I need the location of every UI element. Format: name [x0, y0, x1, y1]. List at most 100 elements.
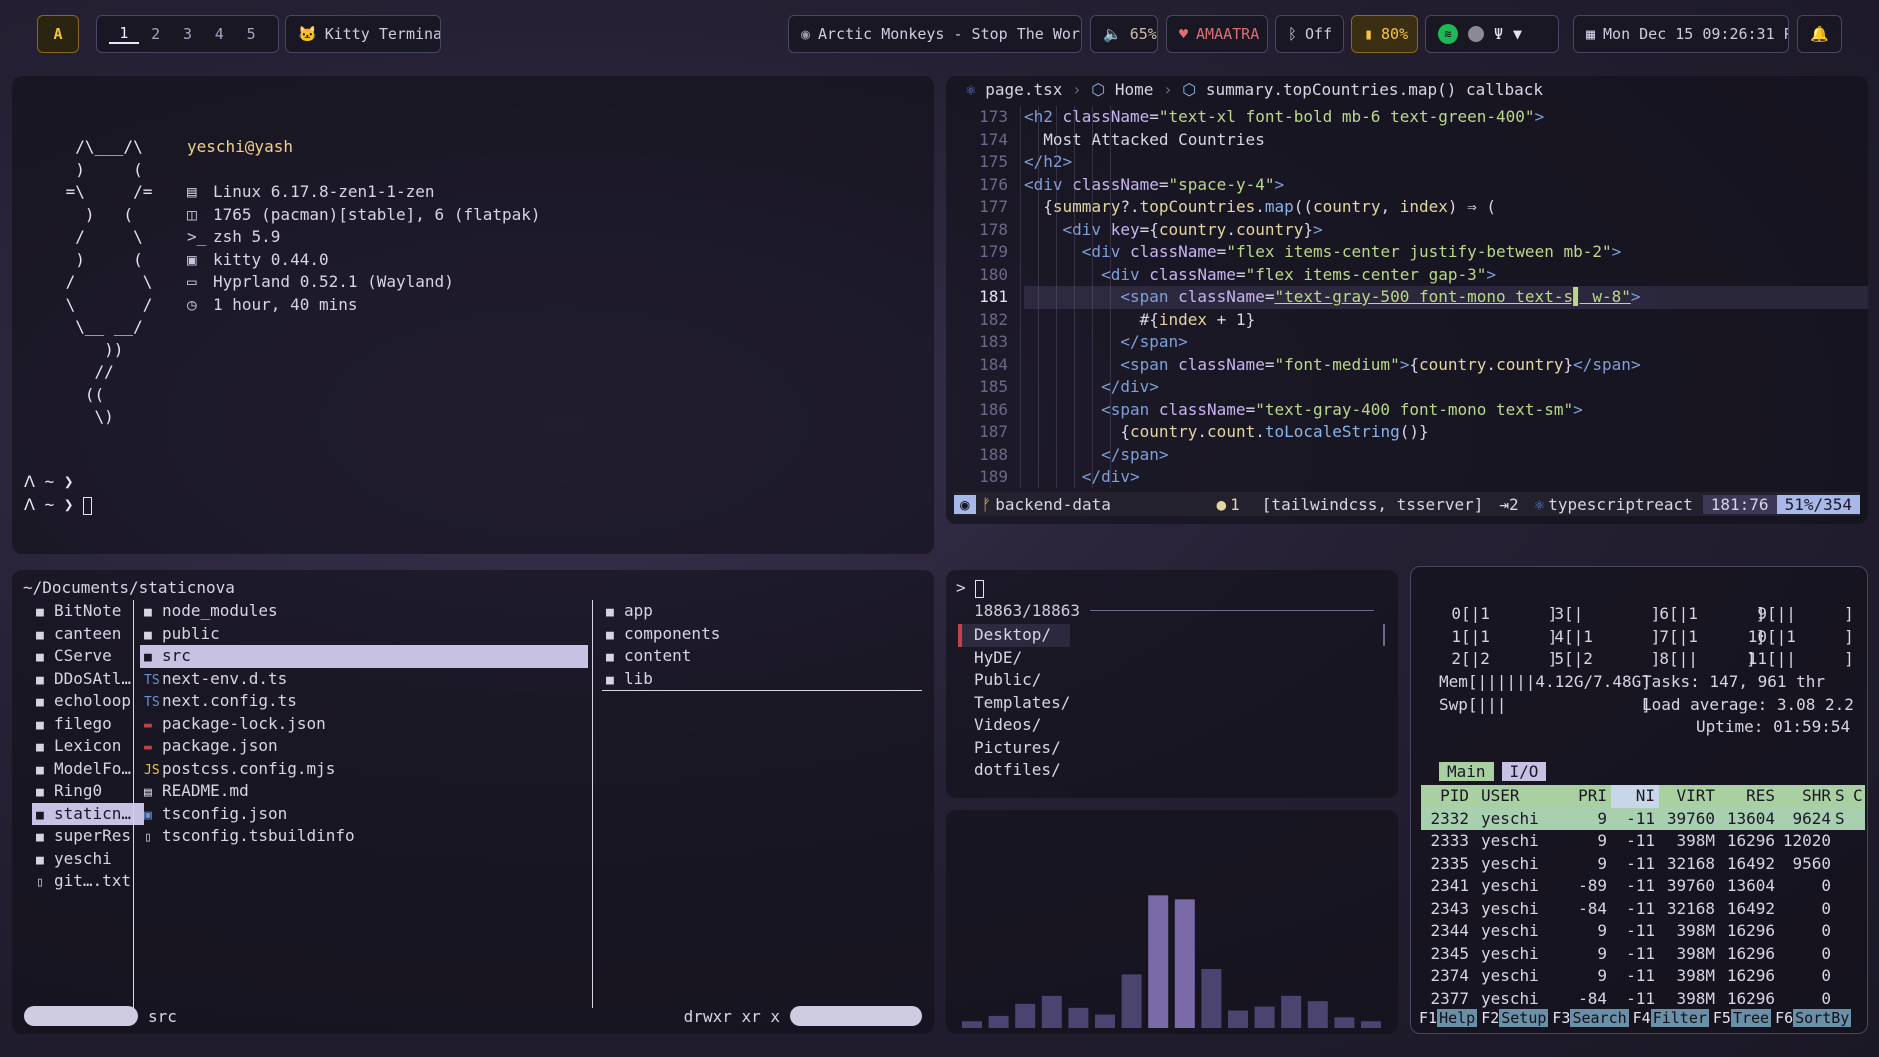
git-branch[interactable]: backend-data [995, 495, 1111, 514]
fzf-item[interactable]: Pictures/ [958, 737, 1070, 760]
file-entry[interactable]: ■ DDoSAtl… [32, 668, 144, 691]
code-line[interactable]: </div> [1024, 376, 1868, 399]
media-player[interactable]: ◉ Arctic Monkeys - Stop The Worl... [788, 15, 1082, 53]
workspace-3[interactable]: 3 [173, 25, 203, 43]
fkey-label[interactable]: Search [1570, 1009, 1629, 1027]
code-line[interactable]: <div className="flex items-center justif… [1024, 241, 1868, 264]
file-entry[interactable]: TS next.config.ts [140, 690, 588, 713]
file-entry[interactable]: ■ app [602, 600, 922, 623]
htop-monitor[interactable]: 0[|1 ] 1[|1 ] 2[|2 ] 3[| ] 4[|1 ] 5[|2 ] 6[|1 … [1410, 566, 1868, 1034]
column-header[interactable]: SHR [1779, 785, 1835, 808]
file-entry[interactable]: ▤ README.md [140, 780, 588, 803]
file-entry[interactable]: ■ filego [32, 713, 144, 736]
table-row[interactable]: 2332 yeschi 9 -11 39760 13604 9624 S [1421, 807, 1865, 830]
process-table[interactable]: PID USER PRI NI VIRT RES SHR S C 2332 yeschi 9 -11 39… [1421, 785, 1865, 1010]
code-editor[interactable]: ⚛ page.tsx › ⬡ Home › ⬡ summary.topCount… [946, 76, 1868, 524]
current-directory-list[interactable]: ■ node_modules ■ public ■ src TS next-env.d.ts T… [140, 600, 588, 848]
file-entry[interactable]: JS postcss.config.mjs [140, 758, 588, 781]
steam-icon[interactable] [1468, 26, 1484, 42]
fzf-item[interactable]: dotfiles/ [958, 759, 1070, 782]
code-line[interactable]: <div className="flex items-center gap-3"… [1024, 264, 1868, 287]
parent-directory-list[interactable]: ■ BitNote ■ canteen ■ CServe ■ DDoSAtl… ■ echoloo… [32, 600, 144, 893]
code-line[interactable]: </div> [1024, 466, 1868, 489]
file-entry[interactable]: ▬ package.json [140, 735, 588, 758]
diagnostic-count[interactable]: 1 [1230, 495, 1240, 514]
column-header[interactable]: PRI [1537, 785, 1611, 808]
file-entry[interactable]: ■ Lexicon [32, 735, 144, 758]
file-entry[interactable]: ■ node_modules [140, 600, 588, 623]
fkey-f3[interactable]: F3 [1552, 1009, 1570, 1027]
code-line[interactable]: </span> [1024, 444, 1868, 467]
column-header[interactable]: PID [1421, 785, 1473, 808]
fkey-f1[interactable]: F1 [1419, 1009, 1437, 1027]
table-row[interactable]: 2345 yeschi 9 -11 398M 16296 0 [1421, 943, 1865, 966]
code-line[interactable]: #{index + 1} [1024, 309, 1868, 332]
file-entry[interactable]: ■ staticn… [32, 802, 144, 825]
code-line[interactable]: </h2> [1024, 151, 1868, 174]
file-manager[interactable]: ~/Documents/staticnova ■ BitNote ■ canteen ■… [12, 570, 934, 1034]
code-line[interactable]: {summary?.topCountries.map((country, ind… [1024, 196, 1868, 219]
bluetooth-toggle[interactable]: ᛒ Off [1275, 15, 1344, 53]
file-entry[interactable]: ■ Ring0 [32, 780, 144, 803]
file-entry[interactable]: ■ src [140, 645, 588, 668]
column-header[interactable]: S [1835, 785, 1853, 808]
fzf-results[interactable]: Desktop/HyDE/Public/Templates/Videos/Pic… [958, 624, 1071, 782]
table-row[interactable]: 2343 yeschi -84 -11 32168 16492 0 [1421, 898, 1865, 921]
column-header[interactable]: RES [1719, 785, 1779, 808]
file-entry[interactable]: ■ ModelFo… [32, 758, 144, 781]
file-entry[interactable]: ▯ git….txt [32, 870, 144, 893]
code-line[interactable]: <div className="space-y-4"> [1024, 174, 1868, 197]
file-entry[interactable]: ■ content [602, 645, 922, 668]
code-line[interactable]: <span className="font-medium">{country.c… [1024, 354, 1868, 377]
fkey-f4[interactable]: F4 [1633, 1009, 1651, 1027]
fzf-item[interactable]: HyDE/ [958, 647, 1070, 670]
workspace-2[interactable]: 2 [141, 25, 171, 43]
fkey-label[interactable]: Filter [1650, 1009, 1709, 1027]
column-header[interactable]: VIRT [1659, 785, 1719, 808]
table-row[interactable]: 2377 yeschi -84 -11 398M 16296 0 [1421, 988, 1865, 1011]
fzf-item[interactable]: Templates/ [958, 692, 1070, 715]
fzf-item[interactable]: Videos/ [958, 714, 1070, 737]
launcher-button[interactable]: A [37, 15, 79, 53]
fkey-label[interactable]: SortBy [1793, 1009, 1852, 1027]
table-row[interactable]: 2341 yeschi -89 -11 39760 13604 0 [1421, 875, 1865, 898]
code-line[interactable]: <span className="text-gray-500 font-mono… [1024, 286, 1868, 309]
code-body[interactable]: <h2 className="text-xl font-bold mb-6 te… [1024, 106, 1868, 489]
code-line[interactable]: </span> [1024, 331, 1868, 354]
file-entry[interactable]: ▣ tsconfig.json [140, 803, 588, 826]
column-header[interactable]: NI [1611, 785, 1659, 808]
column-header[interactable]: USER [1473, 785, 1537, 808]
scrollbar[interactable] [1383, 624, 1385, 646]
code-line[interactable]: <h2 className="text-xl font-bold mb-6 te… [1024, 106, 1868, 129]
prompt-line-2[interactable]: ᐱ ~ ❯ [24, 495, 93, 515]
file-entry[interactable]: ▯ tsconfig.tsbuildinfo [140, 825, 588, 848]
file-entry[interactable]: ■ components [602, 623, 922, 646]
fkey-label[interactable]: Setup [1499, 1009, 1549, 1027]
wifi-icon[interactable]: ▼ [1513, 25, 1522, 43]
fzf-prompt[interactable]: > [956, 578, 985, 598]
code-line[interactable]: <span className="text-gray-400 font-mono… [1024, 399, 1868, 422]
spotify-icon[interactable]: ≋ [1438, 24, 1458, 44]
table-row[interactable]: 2333 yeschi 9 -11 398M 16296 12020 [1421, 830, 1865, 853]
user-tag[interactable]: ♥ AMAATRA [1166, 15, 1268, 53]
file-entry[interactable]: ■ echoloop [32, 690, 144, 713]
file-entry[interactable]: ■ BitNote [32, 600, 144, 623]
workspace-4[interactable]: 4 [204, 25, 234, 43]
file-entry[interactable]: ■ public [140, 623, 588, 646]
fkey-label[interactable]: Help [1437, 1009, 1478, 1027]
volume-control[interactable]: 🔈 65% [1090, 15, 1158, 53]
table-row[interactable]: 2335 yeschi 9 -11 32168 16492 9560 [1421, 853, 1865, 876]
table-row[interactable]: 2344 yeschi 9 -11 398M 16296 0 [1421, 920, 1865, 943]
file-entry[interactable]: ■ yeschi [32, 848, 144, 871]
tab-main[interactable]: Main [1439, 762, 1494, 781]
table-row[interactable]: 2374 yeschi 9 -11 398M 16296 0 [1421, 965, 1865, 988]
workspace-5[interactable]: 5 [236, 25, 266, 43]
fzf-item[interactable]: Desktop/ [958, 624, 1071, 647]
column-header[interactable]: C [1853, 785, 1865, 808]
fkey-f2[interactable]: F2 [1481, 1009, 1499, 1027]
fuzzy-finder[interactable]: > 18863/18863 Desktop/HyDE/Public/Templa… [946, 570, 1398, 798]
fkey-f6[interactable]: F6 [1775, 1009, 1793, 1027]
notifications-button[interactable]: 🔔 [1797, 15, 1842, 53]
file-entry[interactable]: ■ lib [602, 668, 922, 691]
fetch-terminal[interactable]: /\___/\ ) ( =\ /= ) ( / \ ) ( / \ \ / \_… [12, 76, 934, 554]
